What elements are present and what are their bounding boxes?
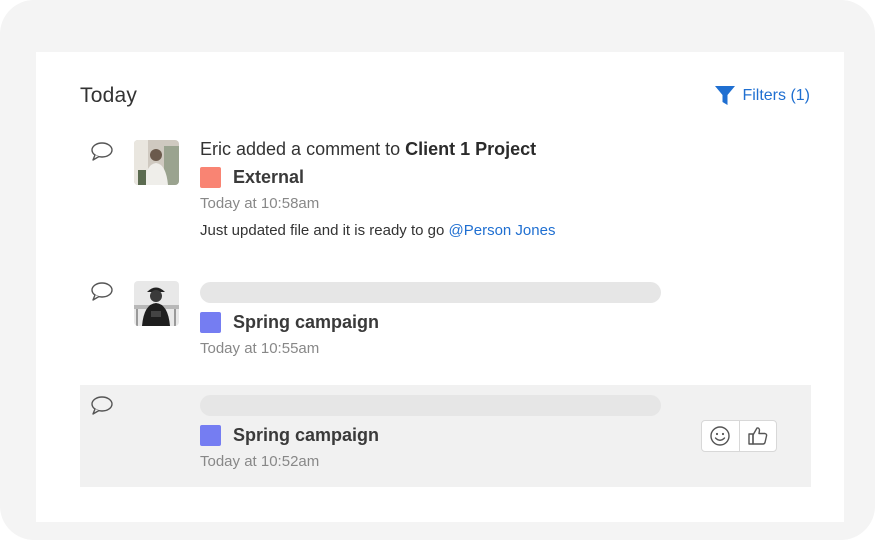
tag-name: External xyxy=(233,166,305,187)
actor-name: Eric xyxy=(200,139,231,159)
smiley-icon xyxy=(710,426,730,446)
loading-placeholder xyxy=(200,282,661,303)
avatar xyxy=(134,140,179,185)
add-emoji-button[interactable] xyxy=(702,421,739,451)
section-heading: Today xyxy=(80,84,138,107)
user-mention-link[interactable]: @Person Jones xyxy=(449,222,556,239)
activity-item[interactable]: Spring campaign Today at 10:55am xyxy=(80,276,811,376)
thumbs-up-icon xyxy=(748,427,768,445)
timestamp: Today at 10:55am xyxy=(200,340,320,357)
comment-icon xyxy=(91,396,113,415)
project-tag[interactable]: External xyxy=(200,164,811,190)
comment-icon xyxy=(91,282,113,301)
timestamp: Today at 10:58am xyxy=(200,195,320,212)
filters-button[interactable]: Filters (1) xyxy=(714,85,810,107)
filters-label: Filters (1) xyxy=(742,87,810,104)
target-link[interactable]: Client 1 Project xyxy=(405,139,536,159)
tag-color-swatch xyxy=(200,311,221,333)
comment-icon xyxy=(91,142,113,161)
project-tag[interactable]: Spring campaign xyxy=(200,309,811,335)
activity-headline: Eric added a comment to Client 1 Project xyxy=(200,136,811,162)
comment-text: Just updated file and it is ready to go … xyxy=(200,219,811,243)
reaction-buttons xyxy=(701,420,777,452)
tag-name: Spring campaign xyxy=(233,424,380,445)
device-frame: Today Filters (1) Eric added a comment t… xyxy=(0,0,875,540)
activity-item[interactable]: Spring campaign Today at 10:52am xyxy=(80,385,811,487)
activity-item[interactable]: Eric added a comment to Client 1 Project… xyxy=(80,136,811,266)
action-text: added a comment to xyxy=(231,139,406,159)
tag-color-swatch xyxy=(200,424,221,446)
tag-color-swatch xyxy=(200,166,221,188)
like-button[interactable] xyxy=(738,421,777,451)
loading-placeholder xyxy=(200,395,661,416)
comment-message: Just updated file and it is ready to go xyxy=(200,222,449,239)
activity-panel: Today Filters (1) Eric added a comment t… xyxy=(36,52,844,522)
filter-icon xyxy=(715,86,736,105)
tag-name: Spring campaign xyxy=(233,311,380,332)
timestamp: Today at 10:52am xyxy=(200,453,320,470)
avatar xyxy=(134,281,179,326)
